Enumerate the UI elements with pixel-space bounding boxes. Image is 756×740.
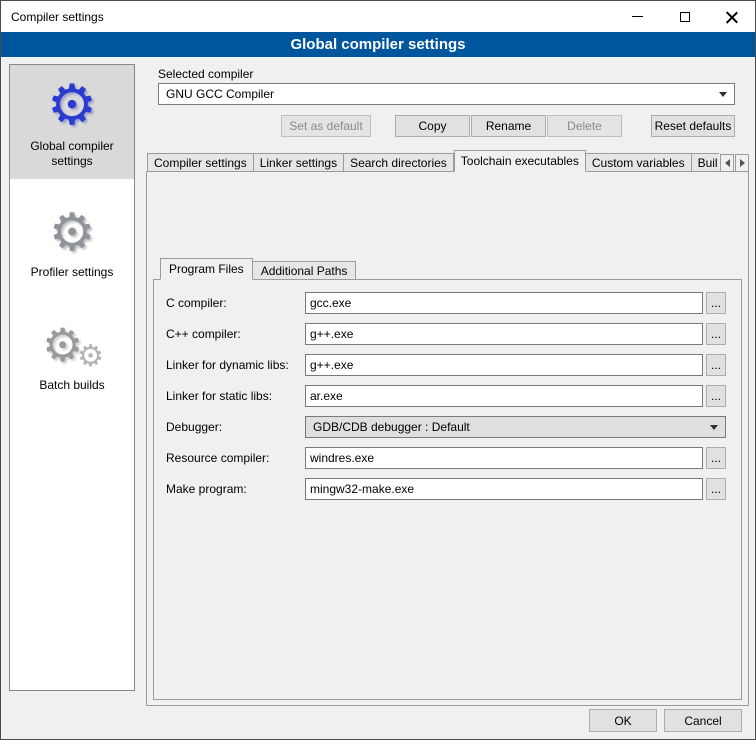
browse-button[interactable]: ... (706, 478, 726, 500)
field-row: Linker for static libs: ... (166, 385, 741, 407)
close-button[interactable] (708, 1, 755, 32)
field-row: C++ compiler: ... (166, 323, 741, 345)
tab-strip: Compiler settings Linker settings Search… (147, 150, 749, 172)
ok-button[interactable]: OK (589, 709, 657, 732)
browse-button[interactable]: ... (706, 354, 726, 376)
tab-program-files[interactable]: Program Files (160, 258, 253, 280)
subtab-strip: Program Files Additional Paths (160, 258, 356, 280)
compiler-settings-dialog: Compiler settings Global compiler settin… (0, 0, 756, 740)
window-controls (614, 1, 755, 32)
copy-button[interactable]: Copy (395, 115, 470, 137)
set-as-default-button[interactable]: Set as default (281, 115, 371, 137)
c-compiler-input[interactable] (305, 292, 703, 314)
profiler-icon: ⚙ (12, 207, 132, 259)
gear-icon: ⚙ (12, 77, 132, 133)
maximize-button[interactable] (661, 1, 708, 32)
resource-compiler-input[interactable] (305, 447, 703, 469)
tabs: Compiler settings Linker settings Search… (147, 150, 719, 172)
field-row: Debugger: GDB/CDB debugger : Default (166, 416, 741, 438)
browse-button[interactable]: ... (706, 447, 726, 469)
chevron-down-icon (719, 92, 727, 97)
field-label: C++ compiler: (166, 327, 305, 341)
tab-search-directories[interactable]: Search directories (344, 153, 454, 172)
rename-button[interactable]: Rename (471, 115, 546, 137)
tab-compiler-settings[interactable]: Compiler settings (147, 153, 254, 172)
browse-button[interactable]: ... (706, 323, 726, 345)
sidebar-item-label: Batch builds (12, 378, 132, 393)
sidebar-item-profiler-settings[interactable]: ⚙ Profiler settings (10, 195, 134, 290)
selected-compiler-label: Selected compiler (158, 67, 253, 81)
debugger-select[interactable]: GDB/CDB debugger : Default (305, 416, 726, 438)
compiler-select[interactable]: GNU GCC Compiler (158, 83, 735, 105)
delete-button[interactable]: Delete (547, 115, 622, 137)
close-icon (726, 11, 738, 23)
tab-toolchain-executables[interactable]: Toolchain executables (454, 150, 586, 172)
window-title: Compiler settings (11, 10, 104, 24)
field-label: Linker for dynamic libs: (166, 358, 305, 372)
field-row: Make program: ... (166, 478, 741, 500)
field-label: Make program: (166, 482, 305, 496)
cancel-button[interactable]: Cancel (664, 709, 742, 732)
field-label: Debugger: (166, 420, 305, 434)
make-program-input[interactable] (305, 478, 703, 500)
field-label: Linker for static libs: (166, 389, 305, 403)
tab-custom-variables[interactable]: Custom variables (586, 153, 692, 172)
field-row: Resource compiler: ... (166, 447, 741, 469)
tab-additional-paths[interactable]: Additional Paths (253, 261, 357, 280)
browse-button[interactable]: ... (706, 292, 726, 314)
gear-icon: ⚙ (77, 339, 104, 374)
field-row: C compiler: ... (166, 292, 741, 314)
field-row: Linker for dynamic libs: ... (166, 354, 741, 376)
debugger-select-value: GDB/CDB debugger : Default (313, 420, 470, 434)
sidebar-item-global-compiler-settings[interactable]: ⚙ Global compiler settings (10, 65, 134, 179)
field-label: Resource compiler: (166, 451, 305, 465)
tab-linker-settings[interactable]: Linker settings (254, 153, 344, 172)
sidebar-item-label: Profiler settings (12, 265, 132, 280)
titlebar[interactable]: Compiler settings (1, 1, 755, 32)
maximize-icon (680, 12, 690, 22)
minimize-button[interactable] (614, 1, 661, 32)
tab-scroll-right-icon[interactable] (735, 154, 749, 172)
chevron-down-icon (710, 425, 718, 430)
reset-defaults-button[interactable]: Reset defaults (651, 115, 735, 137)
dynamic-linker-input[interactable] (305, 354, 703, 376)
program-files-panel: C compiler: ... C++ compiler: ... Linker… (153, 279, 742, 700)
tab-scroll-left-icon[interactable] (720, 154, 734, 172)
cpp-compiler-input[interactable] (305, 323, 703, 345)
sidebar-item-label: Global compiler settings (12, 139, 132, 169)
static-linker-input[interactable] (305, 385, 703, 407)
minimize-icon (632, 16, 643, 17)
page-title: Global compiler settings (1, 32, 755, 57)
tab-build-options[interactable]: Buil (692, 153, 719, 172)
batch-builds-icon: ⚙ ⚙ (40, 318, 104, 372)
field-label: C compiler: (166, 296, 305, 310)
browse-button[interactable]: ... (706, 385, 726, 407)
sidebar-item-batch-builds[interactable]: ⚙ ⚙ Batch builds (10, 306, 134, 403)
settings-category-list: ⚙ Global compiler settings ⚙ Profiler se… (9, 64, 135, 691)
compiler-select-value: GNU GCC Compiler (166, 87, 274, 101)
